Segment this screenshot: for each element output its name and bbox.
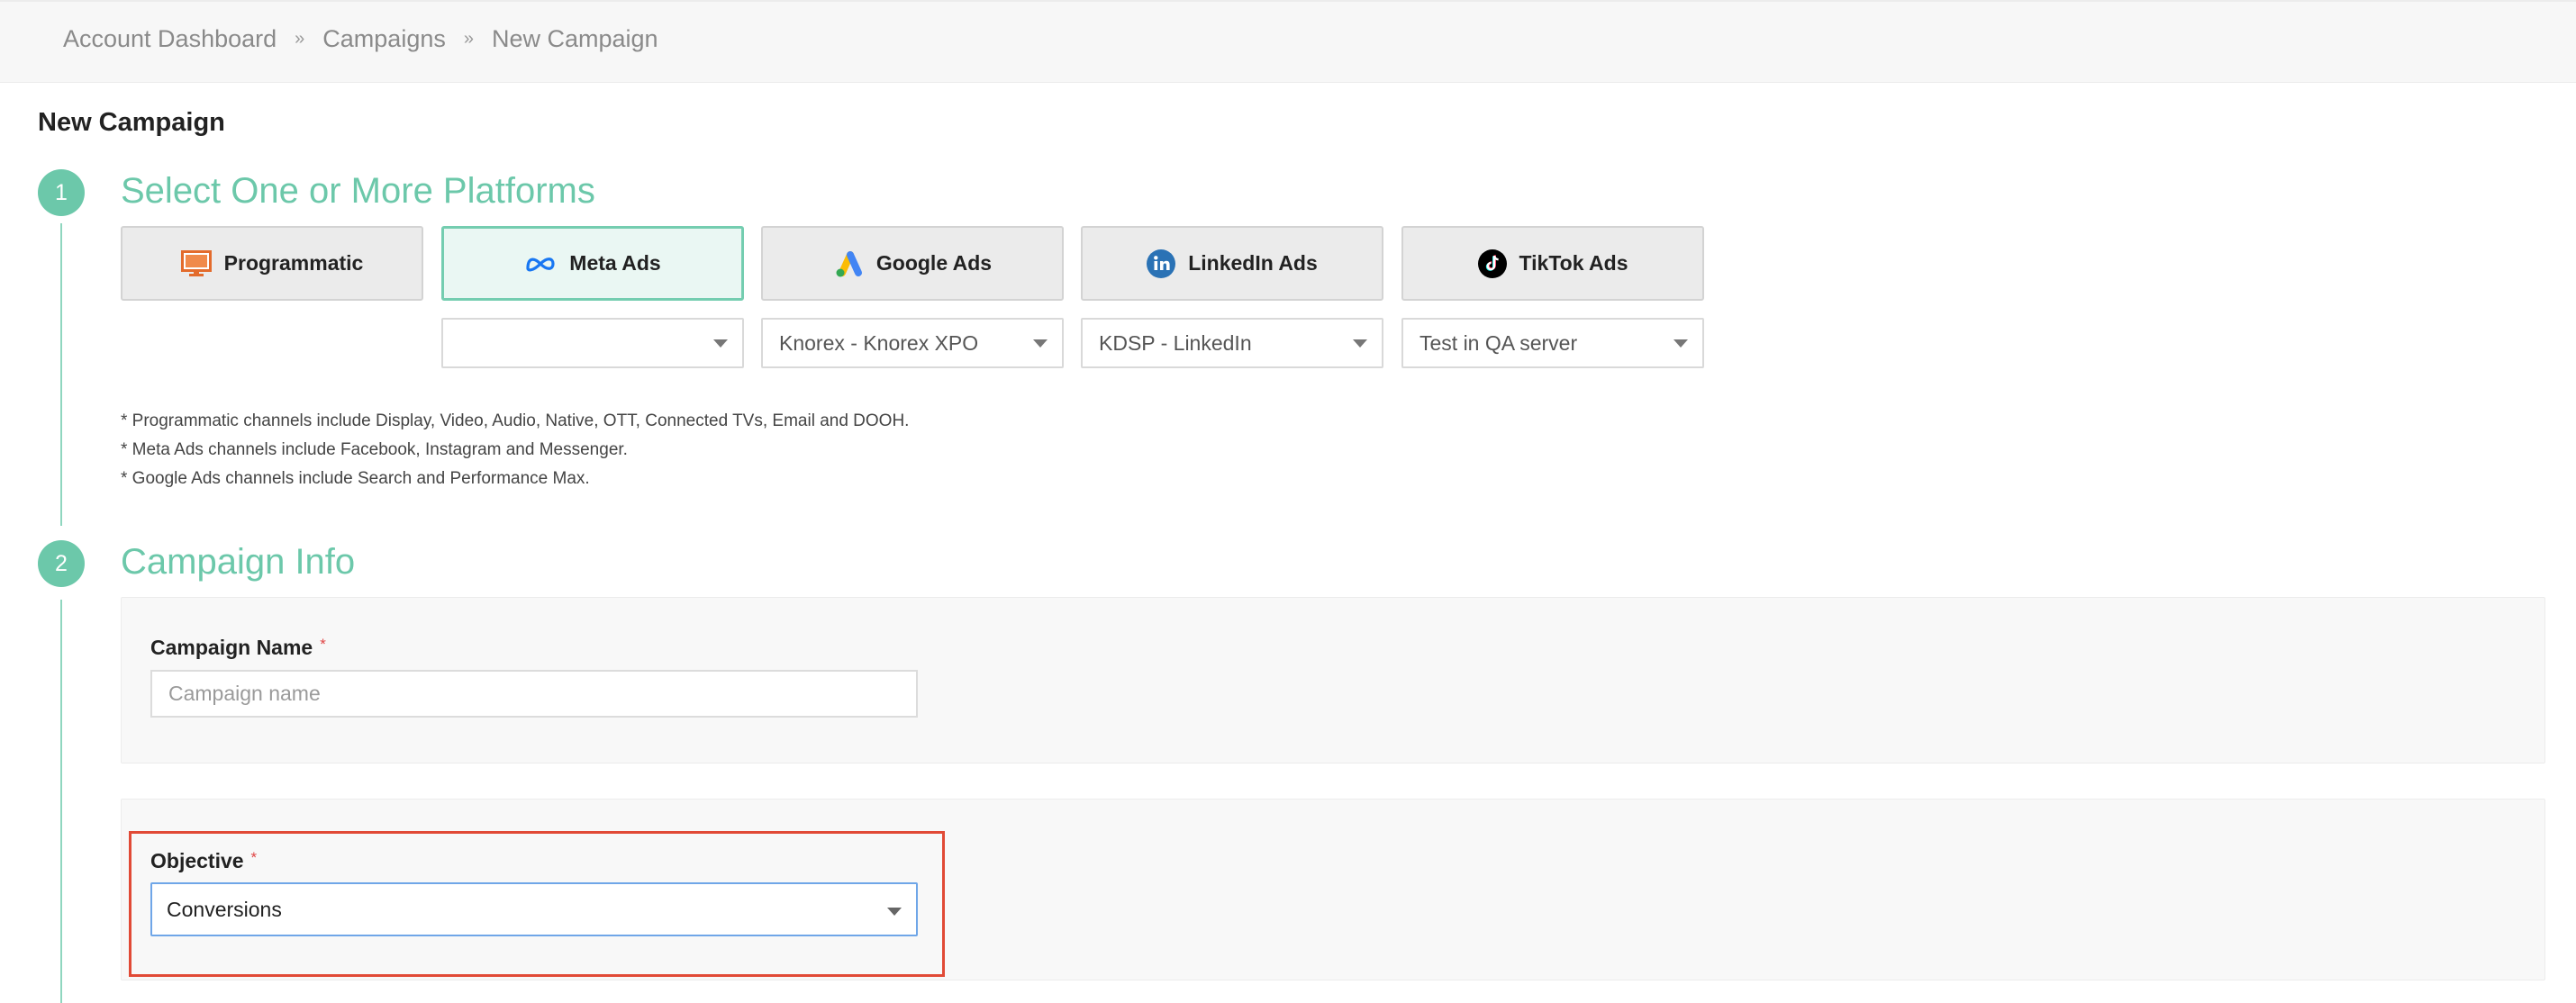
platform-label: Google Ads (875, 251, 993, 275)
breadcrumb-campaigns[interactable]: Campaigns (322, 25, 446, 53)
google-ads-logo-icon (833, 249, 864, 278)
platform-tiktok-ads-button[interactable]: TikTok Ads (1401, 226, 1704, 301)
linkedin-ads-account-select[interactable]: KDSP - LinkedIn (1081, 318, 1383, 368)
platform-label: Programmatic (223, 251, 364, 275)
caret-down-icon (887, 908, 902, 916)
required-marker: * (320, 636, 326, 653)
meta-logo-icon (524, 255, 557, 273)
step-2-title: Campaign Info (121, 542, 356, 582)
platform-meta-ads-button[interactable]: Meta Ads (441, 226, 744, 301)
meta-ads-account-select[interactable] (441, 318, 744, 368)
breadcrumb: Account Dashboard » Campaigns » New Camp… (63, 25, 658, 53)
campaign-name-label: Campaign Name * (150, 636, 326, 659)
step-1-badge: 1 (38, 169, 85, 216)
top-bar: Account Dashboard » Campaigns » New Camp… (0, 0, 2576, 83)
campaign-name-input[interactable] (150, 670, 918, 718)
caret-down-icon (1033, 339, 1048, 348)
step-1-title: Select One or More Platforms (121, 171, 595, 211)
objective-select-value: Conversions (167, 897, 282, 921)
platform-label: LinkedIn Ads (1188, 251, 1318, 275)
platform-google-ads-button[interactable]: Google Ads (761, 226, 1064, 301)
tiktok-ads-account-select[interactable]: Test in QA server (1401, 318, 1704, 368)
objective-select[interactable]: Conversions (150, 882, 918, 936)
platform-note: * Google Ads channels include Search and… (121, 469, 590, 488)
caret-down-icon (1353, 339, 1367, 348)
page-title: New Campaign (38, 108, 225, 137)
platform-note: * Meta Ads channels include Facebook, In… (121, 440, 628, 459)
step-2-connector-line (60, 600, 62, 1003)
platform-label: Meta Ads (569, 251, 661, 275)
caret-down-icon (713, 339, 728, 348)
breadcrumb-separator: » (463, 29, 474, 49)
linkedin-logo-icon (1147, 248, 1176, 278)
platform-label: TikTok Ads (1519, 251, 1628, 275)
platform-linkedin-ads-button[interactable]: LinkedIn Ads (1081, 226, 1383, 301)
step-2-badge: 2 (38, 540, 85, 587)
platform-programmatic-button[interactable]: Programmatic (121, 226, 423, 301)
tiktok-logo-icon (1477, 248, 1507, 278)
caret-down-icon (1673, 339, 1688, 348)
breadcrumb-account-dashboard[interactable]: Account Dashboard (63, 25, 277, 53)
account-select-value: Knorex - Knorex XPO (779, 330, 979, 355)
step-1-connector-line (60, 223, 62, 526)
account-select-value: KDSP - LinkedIn (1099, 330, 1252, 355)
platform-note: * Programmatic channels include Display,… (121, 411, 910, 430)
breadcrumb-new-campaign: New Campaign (491, 25, 658, 52)
platform-notes: * Programmatic channels include Display,… (121, 407, 909, 493)
account-select-value: Test in QA server (1420, 330, 1578, 355)
google-ads-account-select[interactable]: Knorex - Knorex XPO (761, 318, 1064, 368)
objective-label: Objective * (150, 849, 258, 872)
breadcrumb-separator: » (295, 29, 305, 49)
monitor-icon (180, 249, 212, 277)
required-marker: * (250, 849, 258, 866)
